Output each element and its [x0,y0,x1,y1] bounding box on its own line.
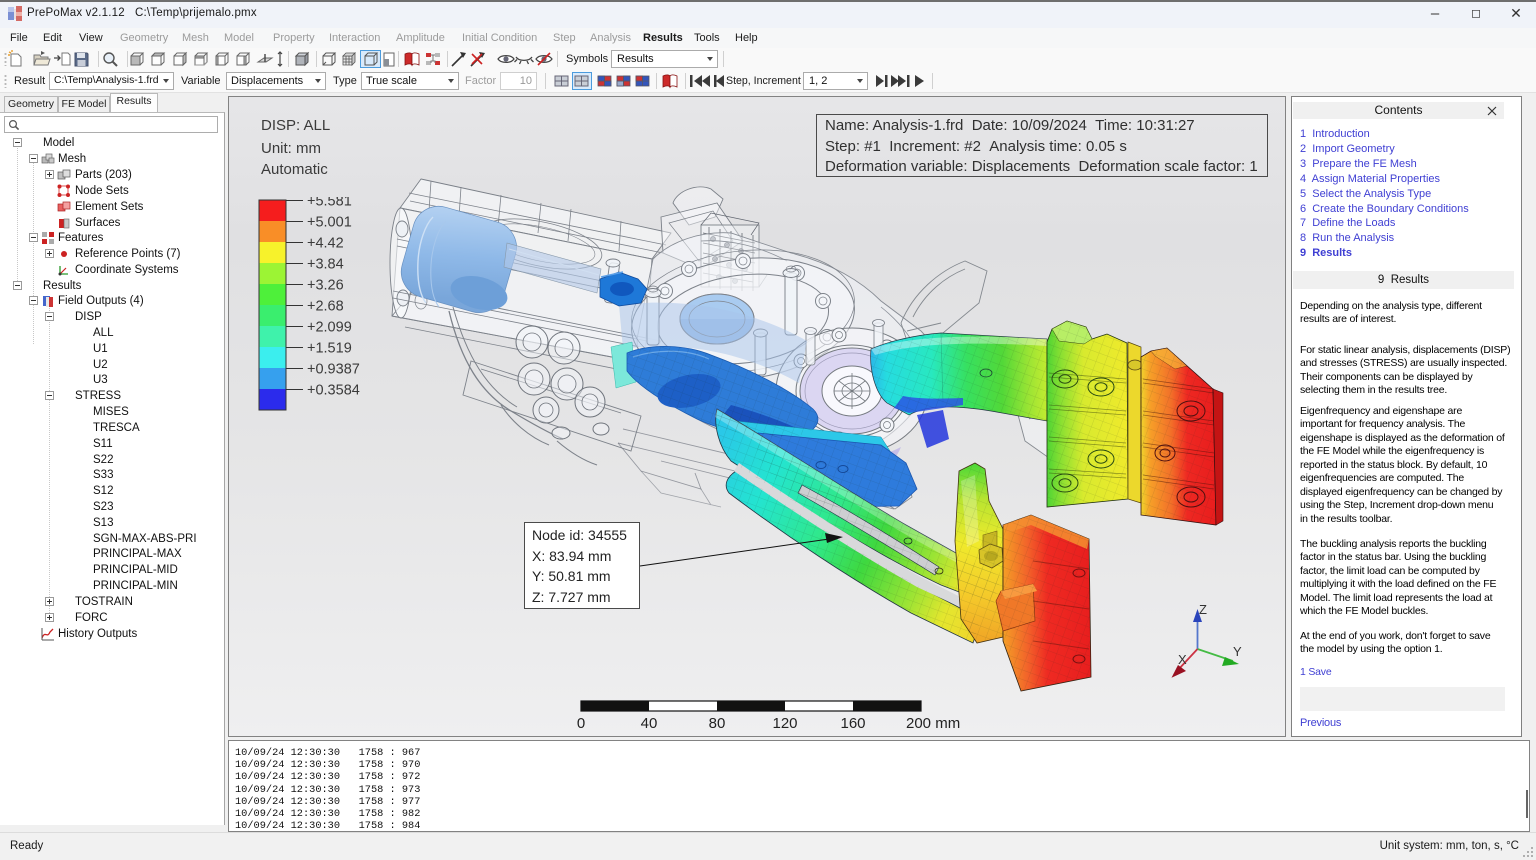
svg-text:X: X [1178,652,1187,667]
svg-text:40: 40 [641,715,658,732]
svg-text:+4.42: +4.42 [307,236,344,252]
svg-text:0: 0 [577,715,585,732]
svg-text:+3.26: +3.26 [307,278,344,294]
svg-text:+2.68: +2.68 [307,299,344,315]
svg-text:+5.001: +5.001 [307,215,352,231]
svg-text:120: 120 [772,715,797,732]
svg-text:160: 160 [840,715,865,732]
svg-text:+0.3584: +0.3584 [307,383,360,399]
svg-text:+3.84: +3.84 [307,257,344,273]
svg-text:Y: Y [1233,644,1242,659]
svg-text:+0.9387: +0.9387 [307,362,360,378]
svg-text:+1.519: +1.519 [307,341,352,357]
svg-text:+5.581: +5.581 [307,197,352,210]
svg-text:200 mm: 200 mm [906,715,960,732]
svg-text:Z: Z [1199,602,1207,617]
svg-text:80: 80 [709,715,726,732]
svg-text:+2.099: +2.099 [307,320,352,336]
